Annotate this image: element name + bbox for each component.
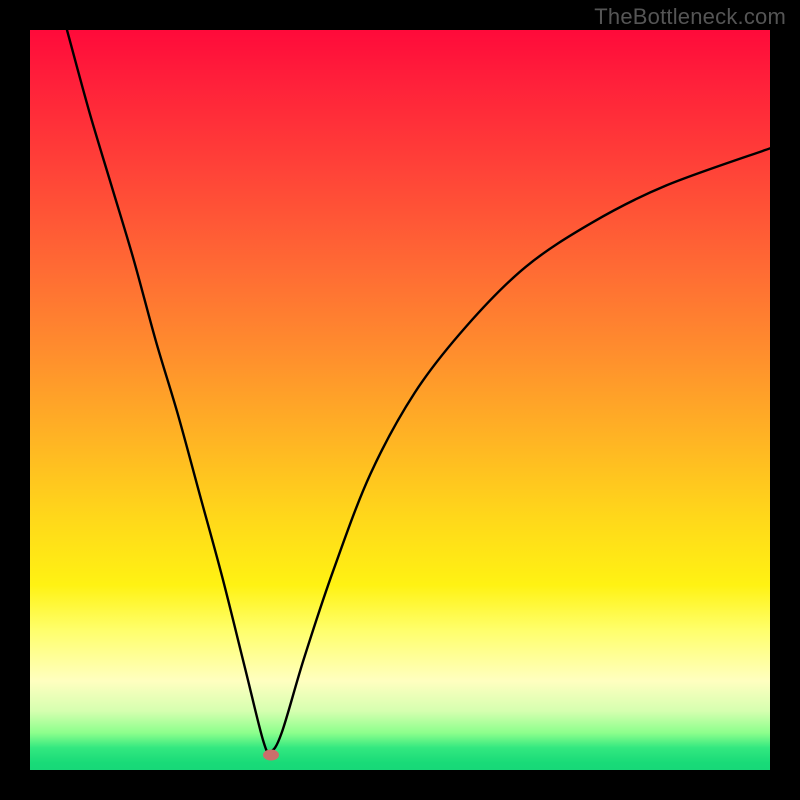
- plot-area: [30, 30, 770, 770]
- curve-svg: [30, 30, 770, 770]
- bottleneck-curve: [67, 30, 770, 752]
- watermark-text: TheBottleneck.com: [594, 4, 786, 30]
- minimum-marker: [263, 750, 279, 761]
- chart-frame: TheBottleneck.com: [0, 0, 800, 800]
